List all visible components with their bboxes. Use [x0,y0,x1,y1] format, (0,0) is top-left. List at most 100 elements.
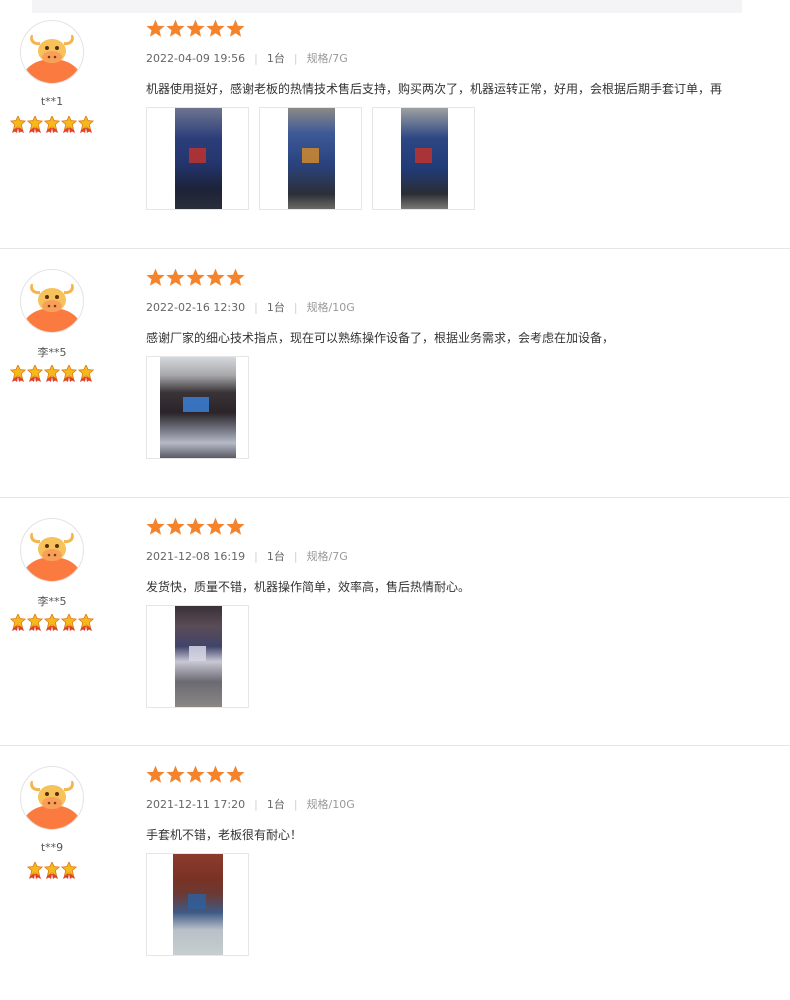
star-icon [166,19,185,37]
photo-detail [415,148,432,163]
review-quantity: 1台 [266,301,285,314]
level-star-icon [10,614,26,631]
level-star-icon [61,614,77,631]
machine-photo-2-image [288,108,335,209]
username: t**9 [40,841,64,854]
level-star-icon [78,365,94,382]
brick-room-photo[interactable] [146,853,249,956]
review-item: t**9 2021-12-11 17:20 | 1台 | 规格/10G 手套机不错，老板很有… [0,745,790,994]
star-icon [206,268,225,286]
machine-photo-1-image [175,108,222,209]
machine-photo-3-image [401,108,448,209]
meta-separator: | [293,301,298,314]
review-photos [146,356,259,459]
level-star-icon [78,614,94,631]
level-star-icon [27,614,43,631]
review-text: 发货快，质量不错，机器操作简单，效率高，售后热情耐心。 [146,580,471,594]
review-text: 手套机不错，老板很有耐心！ [146,828,303,842]
review-item: t**1 2022-04-09 19:56 | 1台 | 规格/7G 机器使用挺好，感谢老板… [0,0,790,248]
username: 李**5 [37,595,67,608]
level-star-icon [78,116,94,133]
review-quantity: 1台 [266,52,285,65]
review-spec: 规格/7G [306,550,348,563]
star-icon [166,517,185,535]
star-icon [226,19,245,37]
factory-photo[interactable] [146,605,249,708]
buyer-level-badges [0,862,104,880]
avatar[interactable] [20,269,84,333]
buyer-level-badges [0,116,104,134]
level-star-icon [44,365,60,382]
level-star-icon [27,365,43,382]
avatar[interactable] [20,766,84,830]
workshop-photo-image [160,357,236,458]
machine-photo-1[interactable] [146,107,249,210]
level-star-icon [61,862,77,879]
review-photos [146,853,259,956]
star-icon [206,517,225,535]
star-icon [186,19,205,37]
star-icon [226,268,245,286]
star-icon [186,517,205,535]
review-meta: 2021-12-08 16:19 | 1台 | 规格/7G [146,548,348,564]
level-star-icon [44,614,60,631]
meta-separator: | [254,52,258,65]
meta-separator: | [254,301,258,314]
review-photos [146,107,485,210]
level-star-icon [10,365,26,382]
machine-photo-3[interactable] [372,107,475,210]
review-item: 李**5 2022-02-16 12:30 | 1台 | 规格/10G 感谢厂家的细心技术指… [0,248,790,497]
star-icon [226,517,245,535]
workshop-photo[interactable] [146,356,249,459]
level-star-icon [61,365,77,382]
level-star-icon [44,116,60,133]
avatar[interactable] [20,518,84,582]
review-meta: 2021-12-11 17:20 | 1台 | 规格/10G [146,796,355,812]
meta-separator: | [293,52,298,65]
factory-photo-image [175,606,222,707]
review-spec: 规格/10G [306,798,355,811]
star-icon [186,765,205,783]
star-icon [166,765,185,783]
review-date: 2021-12-08 16:19 [146,550,246,563]
photo-detail [302,148,319,163]
star-icon [146,19,165,37]
review-meta: 2022-04-09 19:56 | 1台 | 规格/7G [146,50,348,66]
review-item: 李**5 2021-12-08 16:19 | 1台 | 规格/7G 发货快，质量不错，机器… [0,497,790,746]
meta-separator: | [293,550,298,563]
review-spec: 规格/7G [306,52,348,65]
review-photos [146,605,259,708]
buyer-level-badges [0,614,104,632]
review-quantity: 1台 [266,798,285,811]
star-icon [186,268,205,286]
level-star-icon [10,116,26,133]
review-meta: 2022-02-16 12:30 | 1台 | 规格/10G [146,299,355,315]
star-icon [146,517,165,535]
star-rating [146,765,246,784]
review-text: 机器使用挺好，感谢老板的热情技术售后支持，购买两次了，机器运转正常，好用，会根据… [146,82,723,96]
avatar[interactable] [20,20,84,84]
photo-detail [182,397,210,412]
username: t**1 [40,95,64,108]
username: 李**5 [37,346,67,359]
star-rating [146,517,246,536]
meta-separator: | [254,798,258,811]
review-date: 2021-12-11 17:20 [146,798,246,811]
level-star-icon [61,116,77,133]
review-spec: 规格/10G [306,301,355,314]
machine-photo-2[interactable] [259,107,362,210]
meta-separator: | [293,798,298,811]
star-icon [166,268,185,286]
star-rating [146,268,246,287]
meta-separator: | [254,550,258,563]
brick-room-photo-image [173,854,223,955]
review-quantity: 1台 [266,550,285,563]
star-icon [146,268,165,286]
photo-detail [189,148,206,163]
level-star-icon [44,862,60,879]
review-date: 2022-04-09 19:56 [146,52,246,65]
buyer-level-badges [0,365,104,383]
review-date: 2022-02-16 12:30 [146,301,246,314]
star-icon [226,765,245,783]
star-icon [146,765,165,783]
